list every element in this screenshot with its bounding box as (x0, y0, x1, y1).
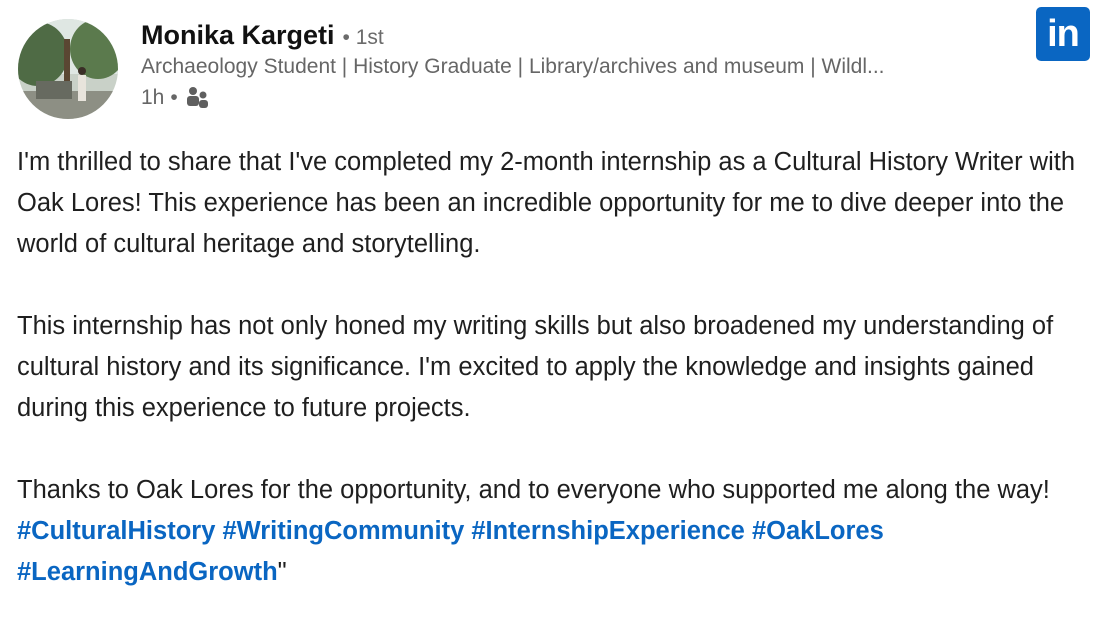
post-meta: 1h • (141, 85, 1011, 111)
hashtag-link[interactable]: #OakLores (752, 517, 884, 545)
post-paragraph-text: Thanks to Oak Lores for the opportunity,… (17, 476, 1050, 504)
post-paragraph: I'm thrilled to share that I've complete… (17, 148, 1076, 258)
post-body: I'm thrilled to share that I've complete… (17, 142, 1097, 593)
linkedin-logo: in (1036, 7, 1090, 61)
hashtag-link[interactable]: #WritingCommunity (222, 517, 464, 545)
author-name[interactable]: Monika Kargeti (141, 20, 335, 51)
profile-photo (18, 19, 118, 119)
author-headline: Archaeology Student | History Graduate |… (141, 55, 885, 78)
meta-separator: • (170, 86, 178, 109)
hashtag-link[interactable]: #LearningAndGrowth (17, 558, 278, 586)
connections-icon (184, 85, 210, 111)
post-paragraph-last: Thanks to Oak Lores for the opportunity,… (17, 470, 1097, 593)
author-name-row: Monika Kargeti • 1st (141, 20, 1011, 51)
post-time: 1h (141, 86, 165, 109)
post-author: Monika Kargeti • 1st Archaeology Student… (141, 20, 1011, 111)
hashtag-link[interactable]: #InternshipExperience (471, 517, 745, 545)
connection-degree: • 1st (342, 26, 384, 49)
linkedin-logo-text: in (1047, 12, 1080, 55)
post-paragraph: This internship has not only honed my wr… (17, 312, 1054, 422)
hashtag-link[interactable]: #CulturalHistory (17, 517, 215, 545)
closing-quote: " (277, 558, 287, 586)
profile-avatar[interactable] (18, 19, 118, 119)
